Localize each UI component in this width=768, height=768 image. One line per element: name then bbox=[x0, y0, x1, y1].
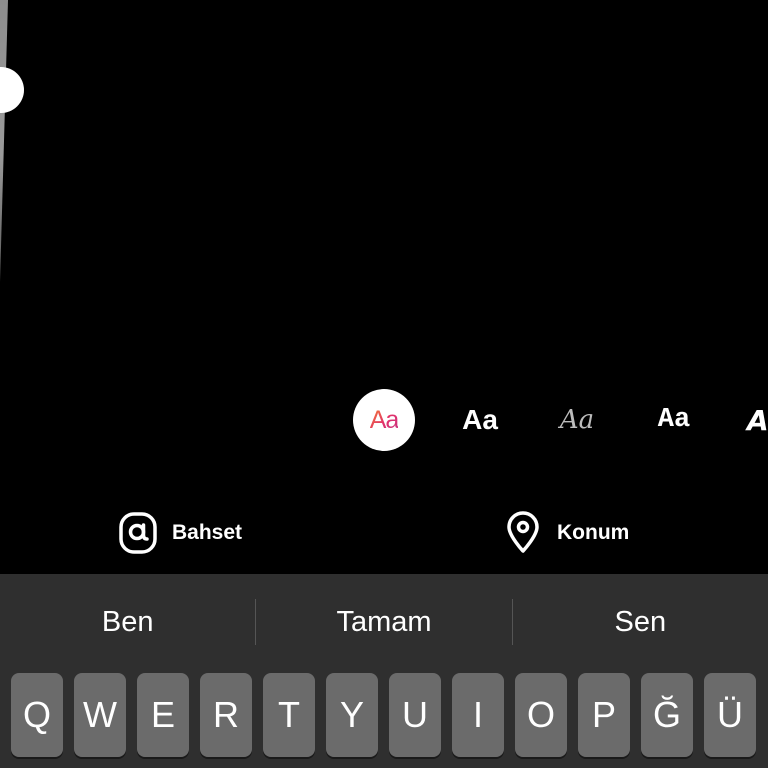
key-u[interactable]: U bbox=[389, 673, 441, 757]
mention-label: Bahset bbox=[172, 521, 243, 544]
key-w[interactable]: W bbox=[74, 673, 126, 757]
key-e[interactable]: E bbox=[137, 673, 189, 757]
key-p[interactable]: P bbox=[578, 673, 630, 757]
font-style-classic-label: Aa bbox=[462, 404, 498, 435]
key-g-breve[interactable]: Ğ bbox=[641, 673, 693, 757]
key-q[interactable]: Q bbox=[11, 673, 63, 757]
location-label: Konum bbox=[557, 521, 630, 544]
key-t[interactable]: T bbox=[263, 673, 315, 757]
suggestion-item[interactable]: Sen bbox=[513, 574, 768, 670]
font-style-modern-label: Aa bbox=[369, 405, 400, 434]
key-y[interactable]: Y bbox=[326, 673, 378, 757]
location-button[interactable]: Konum bbox=[503, 510, 629, 556]
suggestion-item[interactable]: Tamam bbox=[256, 574, 511, 670]
mention-button[interactable]: Bahset bbox=[118, 510, 242, 556]
key-r[interactable]: R bbox=[200, 673, 252, 757]
font-style-typewriter[interactable]: Aa bbox=[643, 389, 705, 451]
font-style-strong[interactable]: A bbox=[739, 389, 768, 451]
text-size-slider[interactable] bbox=[0, 0, 8, 282]
key-u-umlaut[interactable]: Ü bbox=[704, 673, 756, 757]
font-style-modern[interactable]: Aa bbox=[353, 389, 415, 451]
font-style-classic[interactable]: Aa bbox=[449, 389, 511, 451]
key-i[interactable]: I bbox=[452, 673, 504, 757]
at-sign-icon bbox=[118, 510, 158, 556]
key-o[interactable]: O bbox=[515, 673, 567, 757]
suggestion-bar: Ben Tamam Sen bbox=[0, 574, 768, 670]
font-style-script-label: Aa bbox=[559, 405, 595, 435]
keyboard: Ben Tamam Sen Q W E R T Y U I O P Ğ Ü bbox=[0, 574, 768, 768]
location-pin-icon bbox=[503, 510, 543, 556]
suggestion-item[interactable]: Ben bbox=[0, 574, 255, 670]
font-style-strong-label: A bbox=[747, 403, 768, 437]
font-style-script[interactable]: Aa bbox=[546, 389, 608, 451]
text-size-slider-knob[interactable] bbox=[0, 67, 24, 113]
font-style-typewriter-label: Aa bbox=[657, 405, 691, 435]
